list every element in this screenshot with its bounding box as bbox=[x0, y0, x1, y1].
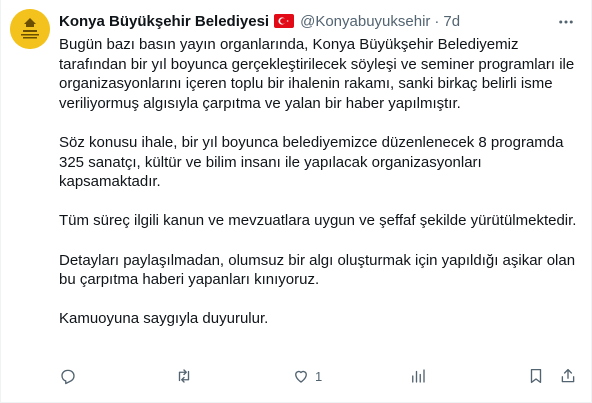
action-bar: 1 bbox=[59, 366, 579, 386]
author-name[interactable]: Konya Büyükşehir Belediyesi bbox=[59, 13, 269, 30]
tweet-paragraph: Detayları paylaşılmadan, olumsuz bir alg… bbox=[59, 251, 576, 289]
separator-dot: · bbox=[434, 12, 440, 30]
reply-icon bbox=[61, 369, 75, 385]
share-button[interactable] bbox=[559, 366, 577, 386]
bookmark-button[interactable] bbox=[527, 366, 545, 386]
tweet-card[interactable]: Konya Büyükşehir Belediyesi @Konyabuyuks… bbox=[0, 0, 592, 403]
timestamp[interactable]: 7d bbox=[443, 13, 460, 30]
turkey-flag-icon bbox=[274, 14, 295, 28]
like-icon bbox=[295, 370, 307, 383]
like-button[interactable]: 1 bbox=[292, 366, 322, 386]
avatar[interactable] bbox=[10, 9, 50, 49]
municipality-logo-icon bbox=[10, 9, 50, 49]
tweet-text: Bugün bazı basın yayın organlarında, Kon… bbox=[59, 35, 579, 329]
tweet-paragraph: Söz konusu ihale, bir yıl boyunca beledi… bbox=[59, 133, 564, 191]
bookmark-icon bbox=[530, 368, 542, 384]
tweet-paragraph: Kamuoyuna saygıyla duyurulur. bbox=[59, 310, 269, 328]
tweet-header: Konya Büyükşehir Belediyesi @Konyabuyuks… bbox=[59, 11, 551, 31]
analytics-button[interactable] bbox=[409, 366, 427, 386]
author-handle[interactable]: @Konyabuyuksehir bbox=[300, 13, 430, 30]
more-options-icon[interactable] bbox=[556, 12, 576, 32]
retweet-button[interactable] bbox=[175, 366, 193, 386]
tweet-paragraph: Bugün bazı basın yayın organlarında, Kon… bbox=[59, 36, 575, 112]
reply-button[interactable] bbox=[59, 366, 77, 386]
like-count: 1 bbox=[315, 368, 323, 384]
tweet-paragraph: Tüm süreç ilgili kanun ve mevzuatlara uy… bbox=[59, 212, 577, 230]
share-icon bbox=[561, 368, 575, 383]
retweet-icon bbox=[178, 369, 190, 383]
analytics-icon bbox=[412, 369, 425, 383]
